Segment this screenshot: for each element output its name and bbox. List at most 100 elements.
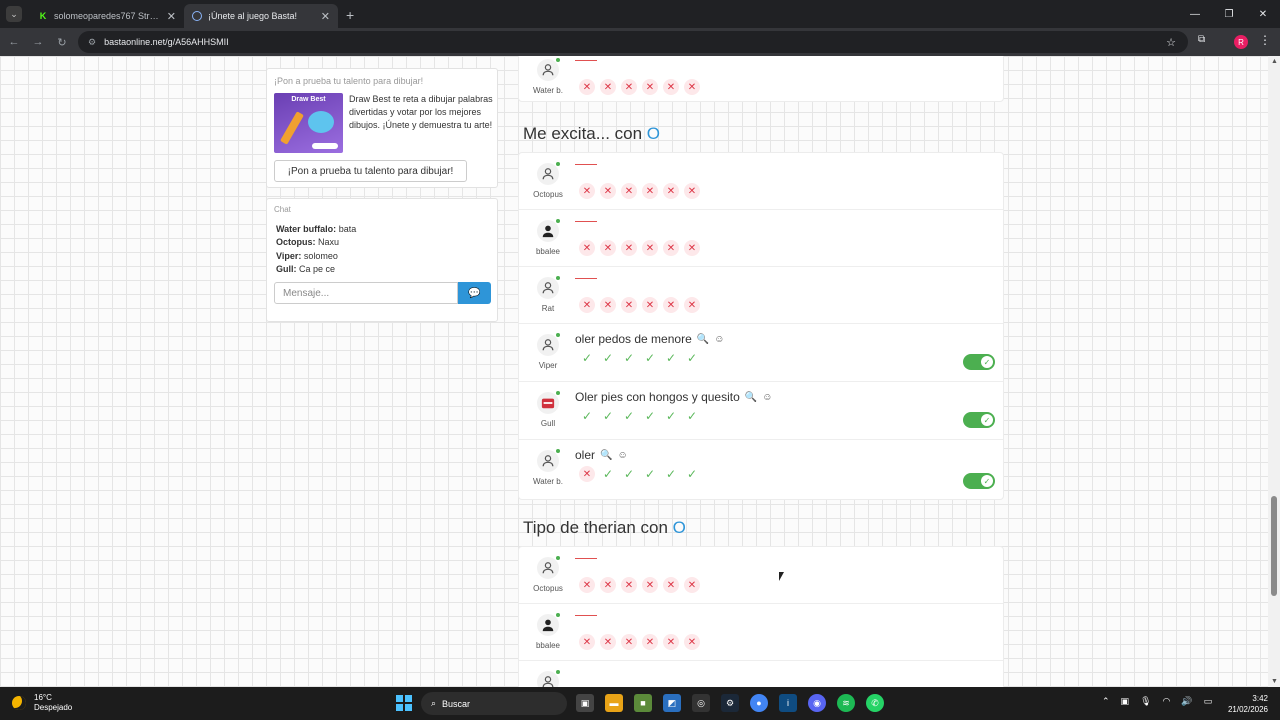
volume-icon[interactable]: 🔊: [1181, 696, 1192, 707]
cross-icon[interactable]: ✕: [642, 240, 658, 256]
site-info-icon[interactable]: ⚙: [88, 37, 96, 48]
cross-icon[interactable]: ✕: [600, 79, 616, 95]
emoji-icon[interactable]: ☺: [714, 334, 724, 345]
check-icon[interactable]: ✓: [621, 350, 637, 366]
cross-icon[interactable]: ✕: [579, 466, 595, 482]
close-window-button[interactable]: ✕: [1246, 0, 1280, 28]
cross-icon[interactable]: ✕: [663, 240, 679, 256]
battery-icon[interactable]: ▭: [1204, 696, 1213, 707]
cross-icon[interactable]: ✕: [621, 634, 637, 650]
cross-icon[interactable]: ✕: [579, 577, 595, 593]
emoji-icon[interactable]: ☺: [617, 450, 627, 461]
cross-icon[interactable]: ✕: [663, 577, 679, 593]
search-icon[interactable]: 🔍: [745, 392, 757, 403]
cross-icon[interactable]: ✕: [621, 79, 637, 95]
cross-icon[interactable]: ✕: [642, 297, 658, 313]
cross-icon[interactable]: ✕: [642, 634, 658, 650]
search-icon[interactable]: 🔍: [600, 450, 612, 461]
cross-icon[interactable]: ✕: [621, 240, 637, 256]
weather-widget[interactable]: 16°C Despejado: [12, 693, 72, 713]
cross-icon[interactable]: ✕: [663, 634, 679, 650]
check-icon[interactable]: ✓: [663, 350, 679, 366]
check-icon[interactable]: ✓: [663, 466, 679, 482]
tray-app-icon[interactable]: ▣: [1121, 696, 1130, 707]
check-icon[interactable]: ✓: [684, 408, 700, 424]
check-icon[interactable]: ✓: [600, 350, 616, 366]
file-explorer-icon[interactable]: ▬: [605, 694, 623, 712]
check-icon[interactable]: ✓: [600, 408, 616, 424]
chrome-icon[interactable]: ●: [750, 694, 768, 712]
cross-icon[interactable]: ✕: [642, 183, 658, 199]
cross-icon[interactable]: ✕: [600, 183, 616, 199]
cross-icon[interactable]: ✕: [663, 297, 679, 313]
cross-icon[interactable]: ✕: [663, 79, 679, 95]
minimize-button[interactable]: —: [1178, 0, 1212, 28]
spotify-icon[interactable]: ≋: [837, 694, 855, 712]
chat-input[interactable]: Mensaje...: [274, 282, 458, 304]
check-icon[interactable]: ✓: [684, 350, 700, 366]
scrollbar-thumb[interactable]: [1271, 496, 1277, 596]
cross-icon[interactable]: ✕: [684, 183, 700, 199]
cross-icon[interactable]: ✕: [579, 297, 595, 313]
search-icon[interactable]: 🔍: [697, 334, 709, 345]
check-icon[interactable]: ✓: [621, 408, 637, 424]
check-icon[interactable]: ✓: [621, 466, 637, 482]
ad-image[interactable]: Draw Best: [274, 93, 343, 153]
check-icon[interactable]: ✓: [684, 466, 700, 482]
reload-button[interactable]: ↻: [50, 36, 74, 49]
cross-icon[interactable]: ✕: [642, 577, 658, 593]
emoji-icon[interactable]: ☺: [762, 392, 772, 403]
cross-icon[interactable]: ✕: [621, 577, 637, 593]
photos-icon[interactable]: ◩: [663, 694, 681, 712]
info-app-icon[interactable]: i: [779, 694, 797, 712]
close-tab-icon[interactable]: ✕: [167, 10, 176, 23]
profile-avatar[interactable]: R: [1234, 35, 1248, 49]
cross-icon[interactable]: ✕: [642, 79, 658, 95]
wifi-icon[interactable]: ◠: [1163, 696, 1171, 707]
cross-icon[interactable]: ✕: [600, 240, 616, 256]
cross-icon[interactable]: ✕: [579, 79, 595, 95]
check-icon[interactable]: ✓: [579, 350, 595, 366]
cross-icon[interactable]: ✕: [663, 183, 679, 199]
tab-search-icon[interactable]: ⌄: [6, 6, 22, 22]
back-button[interactable]: ←: [2, 36, 26, 48]
scroll-down-arrow[interactable]: ▼: [1271, 678, 1278, 685]
cross-icon[interactable]: ✕: [579, 183, 595, 199]
whatsapp-icon[interactable]: ✆: [866, 694, 884, 712]
menu-icon[interactable]: ⋮: [1259, 33, 1271, 47]
validity-toggle[interactable]: ✓: [963, 354, 995, 370]
taskbar-search[interactable]: ⌕ Buscar: [421, 692, 567, 715]
validity-toggle[interactable]: ✓: [963, 473, 995, 489]
tab-kick[interactable]: K solomeoparedes767 Stream - ... ✕: [30, 4, 184, 28]
cross-icon[interactable]: ✕: [621, 297, 637, 313]
cross-icon[interactable]: ✕: [684, 634, 700, 650]
check-icon[interactable]: ✓: [663, 408, 679, 424]
new-tab-button[interactable]: +: [346, 7, 354, 23]
restore-button[interactable]: ❐: [1212, 0, 1246, 28]
cross-icon[interactable]: ✕: [600, 577, 616, 593]
minecraft-icon[interactable]: ■: [634, 694, 652, 712]
extensions-icon[interactable]: ⧉: [1198, 34, 1205, 45]
cross-icon[interactable]: ✕: [684, 577, 700, 593]
cross-icon[interactable]: ✕: [600, 297, 616, 313]
check-icon[interactable]: ✓: [642, 408, 658, 424]
steam-icon[interactable]: ⚙: [721, 694, 739, 712]
close-tab-icon[interactable]: ✕: [321, 10, 330, 23]
cross-icon[interactable]: ✕: [684, 79, 700, 95]
cross-icon[interactable]: ✕: [600, 634, 616, 650]
cross-icon[interactable]: ✕: [684, 297, 700, 313]
bookmark-star-icon[interactable]: ☆: [1166, 36, 1176, 49]
cross-icon[interactable]: ✕: [684, 240, 700, 256]
app-icon[interactable]: ◎: [692, 694, 710, 712]
send-button[interactable]: 💬: [458, 282, 491, 304]
check-icon[interactable]: ✓: [642, 350, 658, 366]
tab-basta[interactable]: ¡Únete al juego Basta! ✕: [184, 4, 338, 28]
task-view-icon[interactable]: ▣: [576, 694, 594, 712]
scroll-up-arrow[interactable]: ▲: [1271, 58, 1278, 65]
check-icon[interactable]: ✓: [600, 466, 616, 482]
scrollbar[interactable]: ▲ ▼: [1268, 56, 1280, 687]
microphone-icon[interactable]: 🎙: [1140, 696, 1151, 707]
ad-button[interactable]: ¡Pon a prueba tu talento para dibujar!: [274, 160, 467, 182]
cross-icon[interactable]: ✕: [621, 183, 637, 199]
check-icon[interactable]: ✓: [642, 466, 658, 482]
